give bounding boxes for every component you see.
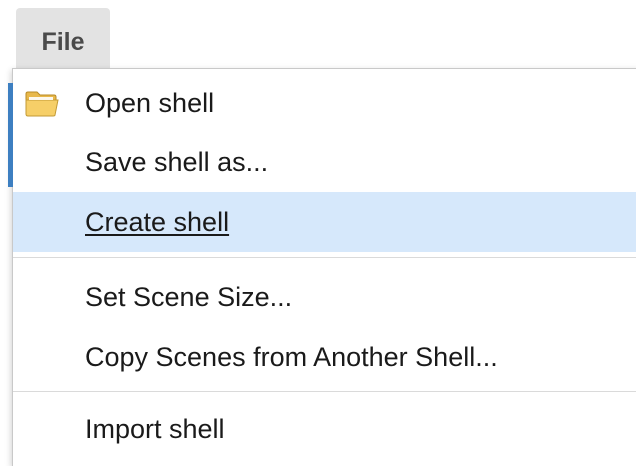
app-window: File Open shell Save shell as... Create … xyxy=(0,0,636,466)
menu-item-label: Save shell as... xyxy=(85,146,269,177)
menu-divider xyxy=(13,391,636,392)
menu-item-set-scene-size[interactable]: Set Scene Size... xyxy=(13,267,636,327)
menu-item-save-shell-as[interactable]: Save shell as... xyxy=(13,132,636,192)
menu-item-label: Create shell xyxy=(85,206,230,237)
file-dropdown-menu: Open shell Save shell as... Create shell… xyxy=(8,68,636,466)
menu-item-label: Import shell xyxy=(85,413,225,444)
menu-item-label: Copy Scenes from Another Shell... xyxy=(85,341,498,372)
menu-divider xyxy=(13,257,636,258)
menu-item-create-shell[interactable]: Create shell xyxy=(13,192,636,252)
menu-item-copy-scenes[interactable]: Copy Scenes from Another Shell... xyxy=(13,327,636,387)
menu-item-label: Set Scene Size... xyxy=(85,281,293,312)
menu-item-import-shell[interactable]: Import shell xyxy=(13,399,636,459)
menu-item-label: Open shell xyxy=(85,87,215,118)
menu-item-open-shell[interactable]: Open shell xyxy=(13,73,636,133)
folder-icon xyxy=(25,91,59,117)
file-menu-button[interactable]: File xyxy=(16,8,110,69)
